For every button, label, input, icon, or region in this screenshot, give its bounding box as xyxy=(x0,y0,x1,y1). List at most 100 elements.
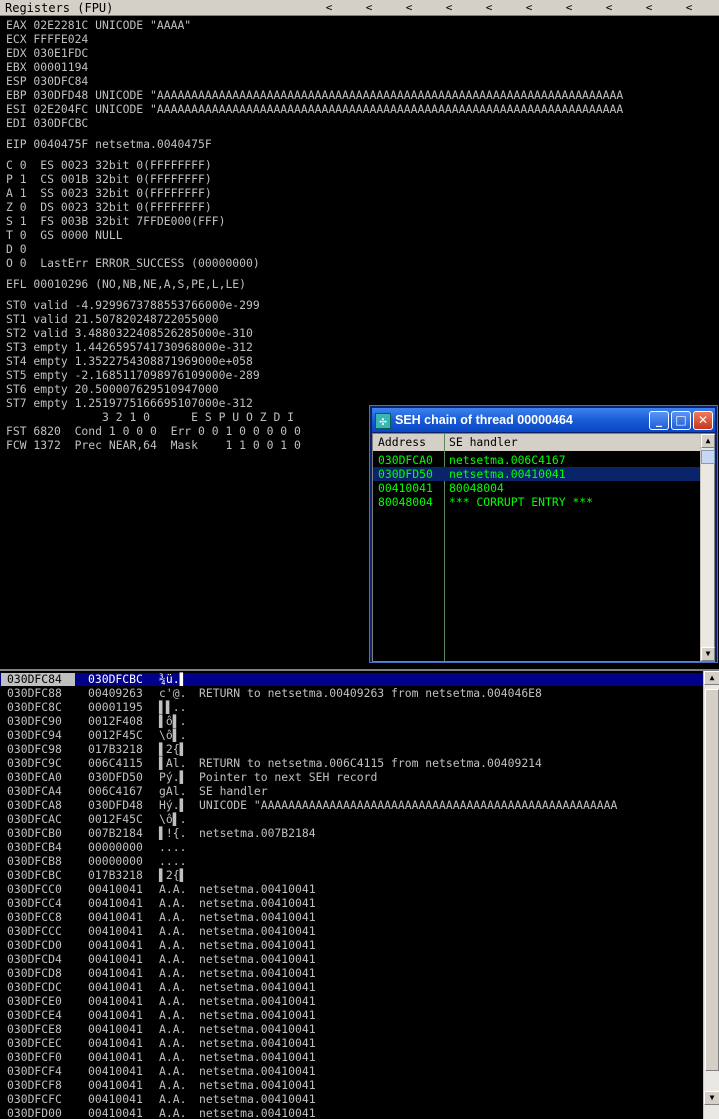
seh-vertical-scrollbar[interactable]: ▲ ▼ xyxy=(700,434,715,661)
stack-ascii: A.A. xyxy=(159,1064,187,1078)
stack-row[interactable]: 030DFCBC 017B3218 ▌2{▌ xyxy=(0,868,703,882)
chevron-left-icon[interactable]: < xyxy=(482,0,496,16)
column-header-se-handler[interactable]: SE handler xyxy=(449,434,518,451)
register-line[interactable]: ST1 valid 21.507820248722055000 xyxy=(6,312,219,326)
register-line[interactable]: ESP 030DFC84 xyxy=(6,74,88,88)
register-line[interactable]: FCW 1372 Prec NEAR,64 Mask 1 1 0 0 1 0 xyxy=(6,438,301,452)
register-line[interactable]: EBX 00001194 xyxy=(6,60,88,74)
register-line[interactable]: EFL 00010296 (NO,NB,NE,A,S,PE,L,LE) xyxy=(6,277,246,291)
stack-value: 017B3218 xyxy=(88,868,143,882)
stack-ascii: Hý.▌ xyxy=(159,798,187,812)
stack-row[interactable]: 030DFCB4 00000000.... xyxy=(0,840,703,854)
register-line[interactable]: ESI 02E204FC UNICODE "AAAAAAAAAAAAAAAAAA… xyxy=(6,102,623,116)
stack-row[interactable]: 030DFCAC 0012F45C \ô▌. xyxy=(0,812,703,826)
stack-row[interactable]: 030DFCF4 00410041 A.A. netsetma.00410041 xyxy=(0,1064,703,1078)
stack-row[interactable]: 030DFC9C 006C4115 ▌Al. RETURN to netsetma.0… xyxy=(0,756,703,770)
register-line[interactable]: ST4 empty 1.3522754308871969000e+058 xyxy=(6,354,253,368)
seh-chain-window[interactable]: ✣ SEH chain of thread 00000464 _ □ ✕ Add… xyxy=(369,405,718,663)
stack-row[interactable]: 030DFC98 017B3218 ▌2{▌ xyxy=(0,742,703,756)
stack-row[interactable]: 030DFCA4 006C4167 gAl. SE handler xyxy=(0,784,703,798)
stack-row[interactable]: 030DFC94 0012F45C \ô▌. xyxy=(0,728,703,742)
seh-row[interactable]: 00410041 80048004 xyxy=(373,481,700,495)
chevron-left-icon[interactable]: < xyxy=(682,0,696,16)
register-line[interactable]: ST0 valid -4.9299673788553766000e-299 xyxy=(6,298,260,312)
seh-chain-list[interactable]: Address SE handler 030DFCA0 netsetma.006C… xyxy=(372,433,715,662)
stack-vertical-scrollbar[interactable]: ▲ ▼ xyxy=(703,671,719,1119)
register-line[interactable]: ST3 empty 1.4426595741730968000e-312 xyxy=(6,340,253,354)
stack-row[interactable]: 030DFCA8 030DFD48 Hý.▌ UNICODE "AAAAAAAAAAA… xyxy=(0,798,703,812)
register-line[interactable]: P 1 CS 001B 32bit 0(FFFFFFFF) xyxy=(6,172,212,186)
close-button[interactable]: ✕ xyxy=(693,411,713,430)
register-line[interactable]: ST2 valid 3.4880322408526285000e-310 xyxy=(6,326,253,340)
register-line[interactable]: EIP 0040475F netsetma.0040475F xyxy=(6,137,212,151)
scroll-up-icon[interactable]: ▲ xyxy=(704,671,719,685)
scrollbar-thumb[interactable] xyxy=(705,689,719,1071)
stack-row[interactable]: 030DFCB8 00000000.... xyxy=(0,854,703,868)
stack-row[interactable]: 030DFCD4 00410041 A.A. netsetma.00410041 xyxy=(0,952,703,966)
chevron-left-icon[interactable]: < xyxy=(562,0,576,16)
seh-row[interactable]: 030DFD50 netsetma.00410041 xyxy=(373,467,700,481)
chevron-left-icon[interactable]: < xyxy=(402,0,416,16)
register-line[interactable]: D 0 xyxy=(6,242,27,256)
register-line[interactable]: C 0 ES 0023 32bit 0(FFFFFFFF) xyxy=(6,158,212,172)
stack-row[interactable]: 030DFCA0 030DFD50 Pý.▌ Pointer to next SEH … xyxy=(0,770,703,784)
register-line[interactable]: 3 2 1 0 E S P U O Z D I xyxy=(6,410,294,424)
chevron-left-icon[interactable]: < xyxy=(642,0,656,16)
stack-row[interactable]: 030DFCCC 00410041 A.A. netsetma.00410041 xyxy=(0,924,703,938)
register-line[interactable]: T 0 GS 0000 NULL xyxy=(6,228,123,242)
seh-row[interactable]: 80048004 *** CORRUPT ENTRY *** xyxy=(373,495,700,509)
stack-row[interactable]: 030DFCEC 00410041 A.A. netsetma.00410041 xyxy=(0,1036,703,1050)
minimize-button[interactable]: _ xyxy=(649,411,669,430)
stack-comment: netsetma.00410041 xyxy=(199,938,316,952)
stack-row[interactable]: 030DFC88 00409263 c'@. RETURN to netsetma.0… xyxy=(0,686,703,700)
stack-row[interactable]: 030DFC90 0012F408 ▌ô▌. xyxy=(0,714,703,728)
stack-row[interactable]: 030DFCF8 00410041 A.A. netsetma.00410041 xyxy=(0,1078,703,1092)
stack-address: 030DFCF8 xyxy=(7,1078,62,1092)
stack-row[interactable]: 030DFD00 00410041 A.A. netsetma.00410041 xyxy=(0,1106,703,1119)
stack-row[interactable]: 030DFCE8 00410041 A.A. netsetma.00410041 xyxy=(0,1022,703,1036)
register-line[interactable]: FST 6820 Cond 1 0 0 0 Err 0 0 1 0 0 0 0 … xyxy=(6,424,301,438)
scrollbar-thumb[interactable] xyxy=(701,450,715,464)
maximize-button[interactable]: □ xyxy=(671,411,691,430)
column-header-address[interactable]: Address xyxy=(378,434,426,451)
stack-row[interactable]: 030DFCD0 00410041 A.A. netsetma.00410041 xyxy=(0,938,703,952)
chevron-left-icon[interactable]: < xyxy=(602,0,616,16)
stack-row[interactable]: 030DFCD8 00410041 A.A. netsetma.00410041 xyxy=(0,966,703,980)
stack-row[interactable]: 030DFCE0 00410041 A.A. netsetma.00410041 xyxy=(0,994,703,1008)
seh-row[interactable]: 030DFCA0 netsetma.006C4167 xyxy=(373,453,700,467)
stack-row[interactable]: 030DFCC4 00410041 A.A. netsetma.00410041 xyxy=(0,896,703,910)
stack-row[interactable]: 030DFCDC 00410041 A.A. netsetma.00410041 xyxy=(0,980,703,994)
register-line[interactable]: S 1 FS 003B 32bit 7FFDE000(FFF) xyxy=(6,214,225,228)
stack-row[interactable]: 030DFCF0 00410041 A.A. netsetma.00410041 xyxy=(0,1050,703,1064)
stack-row[interactable]: 030DFCFC 00410041 A.A. netsetma.00410041 xyxy=(0,1092,703,1106)
register-line[interactable]: EDI 030DFCBC xyxy=(6,116,88,130)
register-line[interactable]: O 0 LastErr ERROR_SUCCESS (00000000) xyxy=(6,256,260,270)
scroll-up-icon[interactable]: ▲ xyxy=(701,434,715,448)
stack-pane[interactable]: 030DFC84 030DFCBC ¾ü.▌ 030DFC88 00409263 c'@.… xyxy=(0,669,719,1119)
chevron-left-icon[interactable]: < xyxy=(522,0,536,16)
chevron-left-icon[interactable]: < xyxy=(322,0,336,16)
stack-row[interactable]: 030DFCE4 00410041 A.A. netsetma.00410041 xyxy=(0,1008,703,1022)
stack-row[interactable]: 030DFCC0 00410041 A.A. netsetma.00410041 xyxy=(0,882,703,896)
register-line[interactable]: ST6 empty 20.500007629510947000 xyxy=(6,382,219,396)
scroll-down-icon[interactable]: ▼ xyxy=(701,647,715,661)
register-line[interactable]: A 1 SS 0023 32bit 0(FFFFFFFF) xyxy=(6,186,212,200)
register-line[interactable]: EBP 030DFD48 UNICODE "AAAAAAAAAAAAAAAAAA… xyxy=(6,88,623,102)
chevron-left-icon[interactable]: < xyxy=(362,0,376,16)
register-line[interactable]: EDX 030E1FDC xyxy=(6,46,88,60)
register-line[interactable]: Z 0 DS 0023 32bit 0(FFFFFFFF) xyxy=(6,200,212,214)
register-line[interactable]: ST5 empty -2.1685117098976109000e-289 xyxy=(6,368,260,382)
scroll-down-icon[interactable]: ▼ xyxy=(704,1091,719,1105)
register-line[interactable]: ECX FFFFE024 xyxy=(6,32,88,46)
stack-row[interactable]: 030DFCC8 00410041 A.A. netsetma.00410041 xyxy=(0,910,703,924)
registers-header[interactable]: Registers (FPU) < < < < < < < < < < xyxy=(0,0,719,16)
stack-ascii: ¾ü.▌ xyxy=(159,672,187,686)
seh-window-titlebar[interactable]: ✣ SEH chain of thread 00000464 _ □ ✕ xyxy=(372,408,715,432)
stack-row[interactable]: 030DFC8C 00001195 ▌▌.. xyxy=(0,700,703,714)
stack-address: 030DFCB8 xyxy=(7,854,62,868)
stack-row[interactable]: 030DFCB0 007B2184 ▌!{. netsetma.007B2184 xyxy=(0,826,703,840)
chevron-left-icon[interactable]: < xyxy=(442,0,456,16)
register-line[interactable]: ST7 empty 1.2519775166695107000e-312 xyxy=(6,396,253,410)
stack-row[interactable]: 030DFC84 030DFCBC ¾ü.▌ xyxy=(0,672,703,686)
register-line[interactable]: EAX 02E2281C UNICODE "AAAA" xyxy=(6,18,191,32)
